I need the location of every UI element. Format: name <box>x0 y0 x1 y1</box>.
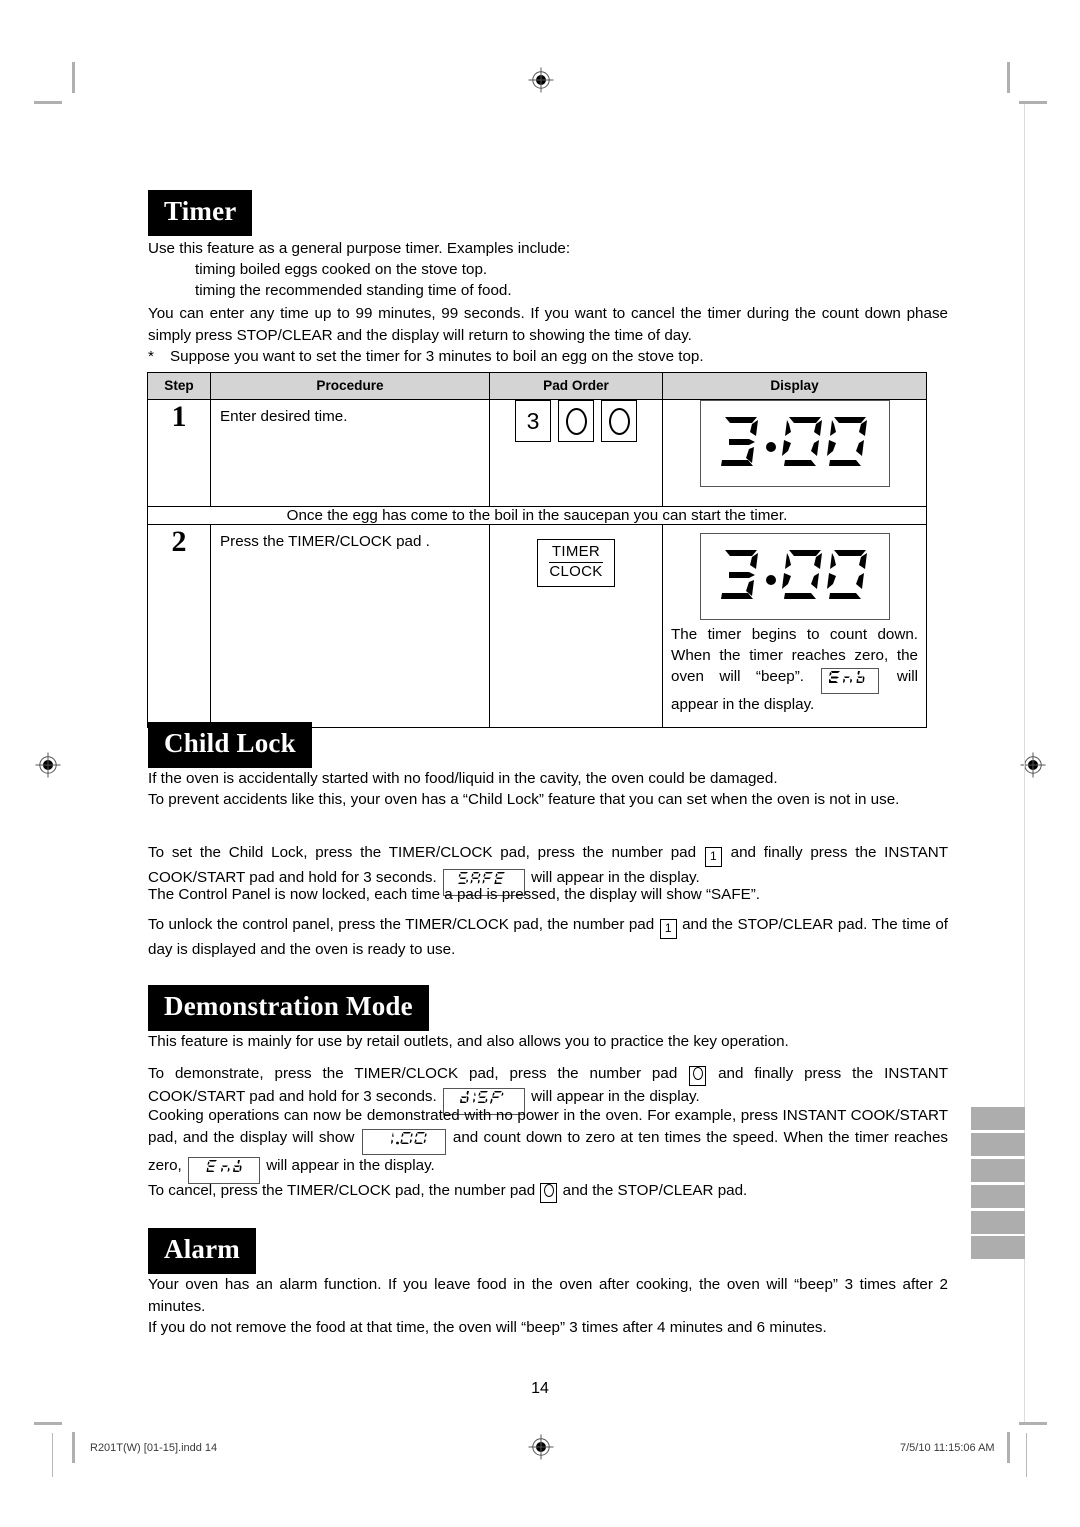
display-note: The timer begins to count down. When the… <box>667 620 922 721</box>
timer-clock-pad-line1: TIMER <box>549 543 603 563</box>
procedure-text: Enter desired time. <box>220 408 348 425</box>
timer-bullet-1: timing boiled eggs cooked on the stove t… <box>195 261 488 278</box>
child-lock-p4: The Control Panel is now locked, each ti… <box>148 886 761 903</box>
table-bridge-row: Once the egg has come to the boil in the… <box>147 506 927 525</box>
table-header-row: Step Procedure Pad Order Display <box>147 372 927 400</box>
seven-segment-3-00 <box>720 550 867 599</box>
number-pad-0-inline[interactable] <box>540 1183 558 1203</box>
number-pad-0-first[interactable] <box>558 400 594 442</box>
table-row: 1 Enter desired time. 3 <box>147 399 927 507</box>
table-row: 2 Press the TIMER/CLOCK pad . TIMER CLOC… <box>147 524 927 728</box>
timer-clock-pad-line2: CLOCK <box>549 562 603 580</box>
section-index-tabs <box>971 1107 1025 1259</box>
timer-body: You can enter any time up to 99 minutes,… <box>148 305 948 344</box>
footer-rule-left <box>52 1433 53 1477</box>
procedure-cell: Enter desired time. <box>210 399 490 507</box>
pad-order-cell: TIMER CLOCK <box>489 524 663 728</box>
example-text: Suppose you want to set the timer for 3 … <box>170 348 704 365</box>
column-header-step: Step <box>147 372 211 400</box>
section-banner-timer: Timer <box>148 190 253 236</box>
display-cell <box>662 399 927 507</box>
column-header-pad-order: Pad Order <box>489 372 663 400</box>
section-banner-alarm: Alarm <box>148 1228 256 1274</box>
seven-segment-1-00 <box>390 1131 427 1144</box>
timer-bullet-2: timing the recommended standing time of … <box>195 282 512 299</box>
crop-mark-top-left-vertical <box>72 62 75 93</box>
index-tab[interactable] <box>971 1159 1025 1182</box>
seven-segment-disp <box>459 1091 504 1104</box>
child-lock-p2: To prevent accidents like this, your ove… <box>148 791 900 808</box>
number-pad-1-inline[interactable]: 1 <box>659 919 677 939</box>
number-pad-1-inline[interactable]: 1 <box>704 847 722 867</box>
section-banner-child-lock: Child Lock <box>148 722 312 768</box>
demo-p4: To cancel, press the TIMER/CLOCK pad, th… <box>148 1180 948 1203</box>
lcd-display-step2 <box>699 533 890 620</box>
step-number: 2 <box>147 524 211 728</box>
demo-p4-b: and the STOP/CLEAR pad. <box>558 1182 748 1199</box>
zero-oval-icon <box>692 1067 703 1080</box>
number-pad-0-second[interactable] <box>601 400 637 442</box>
child-lock-p5: To unlock the control panel, press the T… <box>148 914 948 961</box>
lcd-display-step1 <box>699 400 890 487</box>
demo-p2-a: To demonstrate, press the TIMER/CLOCK pa… <box>148 1065 689 1082</box>
section-banner-demonstration-mode: Demonstration Mode <box>148 985 429 1031</box>
demo-p3-c: will appear in the display. <box>261 1157 435 1174</box>
number-pad-3[interactable]: 3 <box>515 400 551 442</box>
index-tab[interactable] <box>971 1236 1025 1259</box>
timer-procedure-table: Step Procedure Pad Order Display 1 Enter… <box>147 372 927 728</box>
example-star-marker: * <box>148 348 154 365</box>
demo-p2-c: will appear in the display. <box>526 1088 700 1105</box>
zero-oval-icon <box>608 407 630 435</box>
procedure-cell: Press the TIMER/CLOCK pad . <box>210 524 490 728</box>
seven-segment-end <box>206 1160 242 1172</box>
index-tab[interactable] <box>971 1185 1025 1208</box>
crop-mark-bottom-right-vertical <box>1007 1432 1010 1463</box>
index-tab[interactable] <box>971 1133 1025 1156</box>
crop-mark-bottom-left-vertical <box>72 1432 75 1463</box>
alarm-p2: If you do not remove the food at that ti… <box>148 1319 827 1336</box>
crop-mark-bottom-right-horizontal <box>1019 1422 1047 1425</box>
page-number: 14 <box>531 1380 549 1397</box>
child-lock-p5-a: To unlock the control panel, press the T… <box>148 916 659 933</box>
timer-clock-pad[interactable]: TIMER CLOCK <box>537 539 615 587</box>
zero-oval-icon <box>565 407 587 435</box>
timer-example: * Suppose you want to set the timer for … <box>148 346 948 368</box>
display-graphic-wrap <box>667 533 922 620</box>
lcd-inline-end <box>821 668 880 694</box>
index-tab[interactable] <box>971 1107 1025 1130</box>
bridge-text: Once the egg has come to the boil in the… <box>147 506 927 525</box>
pad-sequence: 3 <box>515 400 637 442</box>
pad-order-cell: 3 <box>489 399 663 507</box>
demo-p4-a: To cancel, press the TIMER/CLOCK pad, th… <box>148 1182 540 1199</box>
demo-p3: Cooking operations can now be demonstrat… <box>148 1105 948 1184</box>
child-lock-p3-a: To set the Child Lock, press the TIMER/C… <box>148 844 704 861</box>
column-header-procedure: Procedure <box>210 372 490 400</box>
step-number: 1 <box>147 399 211 507</box>
registration-target-icon-bottom <box>528 1434 554 1460</box>
manual-page: Timer Use this feature as a general purp… <box>0 0 1080 1527</box>
number-pad-0-inline[interactable] <box>689 1066 707 1086</box>
child-lock-p1: If the oven is accidentally started with… <box>148 770 778 787</box>
lcd-inline-one-hundred <box>361 1128 446 1155</box>
demo-p1: This feature is mainly for use by retail… <box>148 1033 789 1050</box>
crop-mark-bottom-left-horizontal <box>34 1422 62 1425</box>
crop-mark-top-right-vertical <box>1007 62 1010 93</box>
seven-segment-end <box>828 671 865 683</box>
column-header-display: Display <box>662 372 927 400</box>
display-cell: The timer begins to count down. When the… <box>662 524 927 728</box>
footer-filename: R201T(W) [01-15].indd 14 <box>90 1442 218 1454</box>
footer-rule-right <box>1026 1433 1027 1477</box>
footer-timestamp: 7/5/10 11:15:06 AM <box>900 1442 995 1454</box>
registration-target-icon-left <box>35 752 61 778</box>
zero-oval-icon <box>543 1184 554 1197</box>
crop-mark-top-left-horizontal <box>34 101 62 104</box>
index-tab[interactable] <box>971 1211 1025 1234</box>
seven-segment-3-00 <box>720 417 867 466</box>
timer-intro: Use this feature as a general purpose ti… <box>148 240 571 257</box>
alarm-p1: Your oven has an alarm function. If you … <box>148 1276 948 1315</box>
procedure-text: Press the TIMER/CLOCK pad . <box>220 533 430 550</box>
registration-target-icon-top <box>528 67 554 93</box>
